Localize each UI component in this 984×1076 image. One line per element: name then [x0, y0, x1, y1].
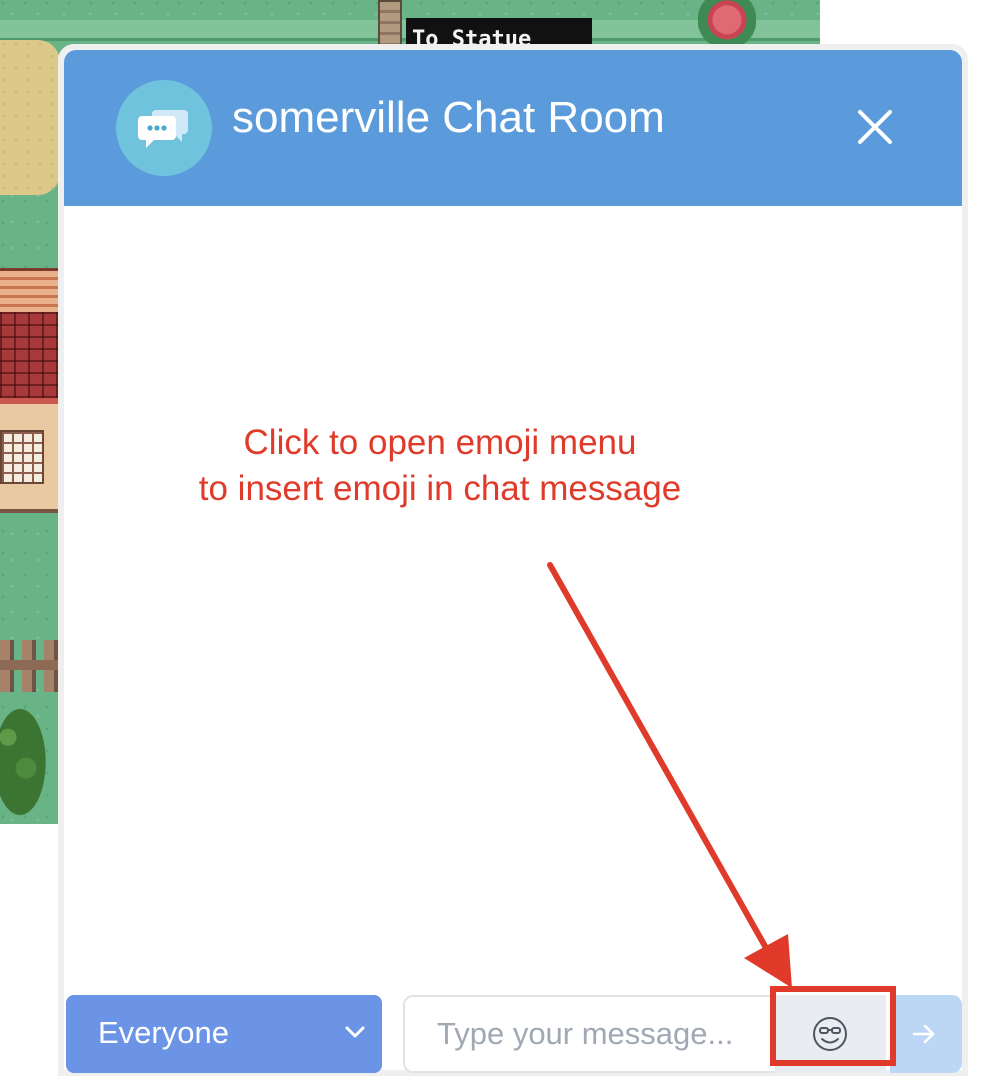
map-tree: [0, 700, 50, 824]
close-button[interactable]: [852, 104, 898, 150]
arrow-right-icon: [912, 1024, 935, 1044]
map-fence-rail: [0, 660, 60, 670]
emoji-button-highlight: [770, 986, 896, 1066]
map-sand-area: [0, 40, 60, 195]
chevron-down-icon: [345, 1026, 365, 1038]
map-house-roof: [0, 268, 60, 315]
send-button[interactable]: [890, 995, 962, 1073]
chat-header: somerville Chat Room: [64, 50, 962, 206]
chat-window: somerville Chat Room: [58, 44, 968, 1076]
recipient-select[interactable]: Everyone: [66, 995, 382, 1073]
close-icon: [858, 110, 892, 144]
annotation-line-2: to insert emoji in chat message: [198, 469, 682, 508]
message-input[interactable]: [403, 995, 775, 1073]
tutorial-annotation: Click to open emoji menu to insert emoji…: [120, 420, 760, 512]
map-signpost: [378, 0, 402, 50]
chat-message-area: [64, 206, 962, 980]
recipient-selected-value: Everyone: [98, 1015, 229, 1050]
map-house-window: [0, 430, 44, 484]
chat-title: somerville Chat Room: [232, 93, 665, 142]
map-flower: [698, 0, 756, 44]
annotation-line-1: Click to open emoji menu: [243, 423, 637, 462]
map-house-wall: [0, 312, 60, 398]
chat-bubbles-icon: [116, 80, 212, 176]
